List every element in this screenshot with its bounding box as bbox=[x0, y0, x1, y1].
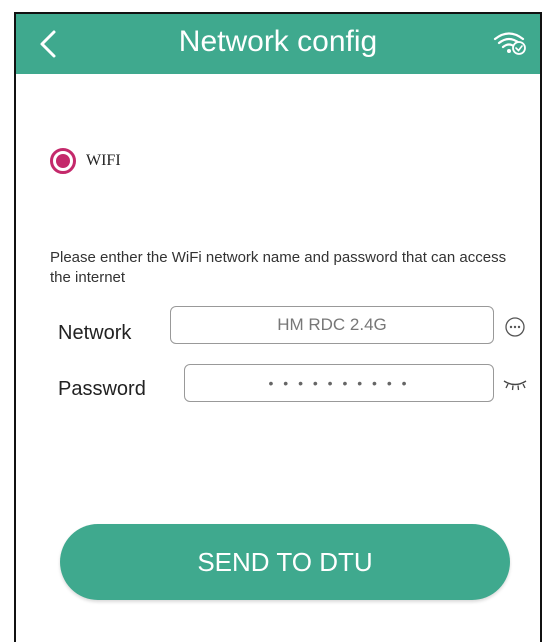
wifi-status-button[interactable] bbox=[492, 28, 528, 58]
radio-label: WIFI bbox=[86, 152, 121, 169]
instruction-text: Please enther the WiFi network name and … bbox=[50, 249, 507, 286]
wifi-check-icon bbox=[493, 32, 526, 55]
password-label: Password bbox=[58, 378, 146, 400]
password-visibility-toggle[interactable] bbox=[502, 376, 528, 397]
radio-button[interactable] bbox=[50, 148, 76, 174]
network-more-button[interactable] bbox=[504, 316, 526, 343]
eye-closed-icon bbox=[503, 380, 527, 391]
more-options-icon bbox=[505, 317, 525, 337]
top-bar: Network config bbox=[16, 14, 540, 74]
radio-selected-dot bbox=[56, 154, 70, 168]
page-title: Network config bbox=[178, 25, 378, 58]
app-screen: Network config WIFI Please enther the Wi… bbox=[14, 12, 542, 642]
network-input[interactable]: HM RDC 2.4G bbox=[170, 306, 494, 344]
password-input[interactable]: • • • • • • • • • • bbox=[184, 364, 494, 402]
send-to-dtu-button[interactable]: SEND TO DTU bbox=[60, 524, 510, 600]
wifi-mode-radio[interactable]: WIFI bbox=[50, 148, 121, 174]
network-label: Network bbox=[58, 322, 132, 344]
